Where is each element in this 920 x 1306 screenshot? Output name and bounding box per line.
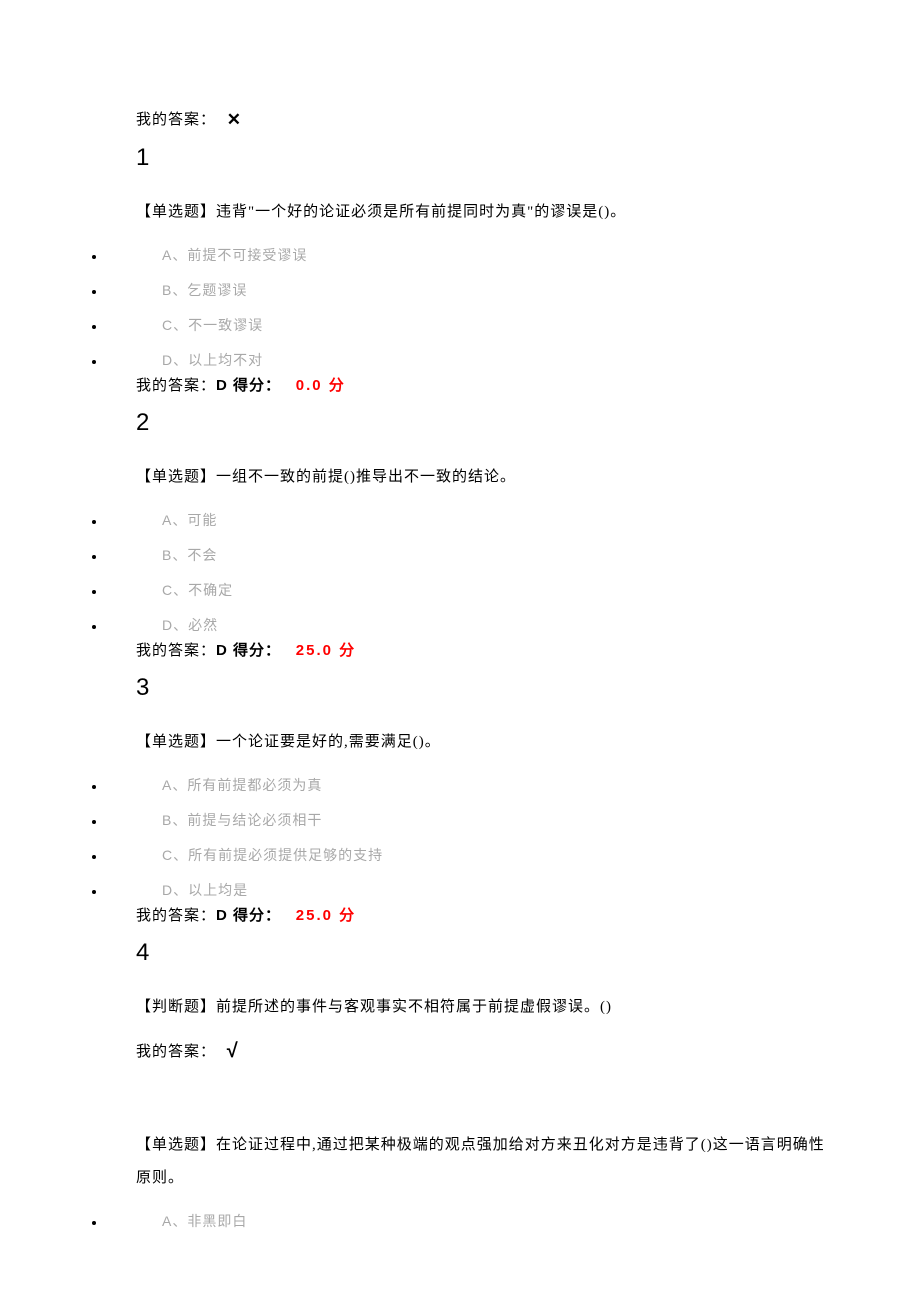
options-list: A、前提不可接受谬误 B、乞题谬误 C、不一致谬误 D、以上均不对 xyxy=(80,245,840,370)
list-item: B、乞题谬误 xyxy=(106,280,840,300)
answer-line: 我的答案：D 得分： 25.0 分 xyxy=(136,639,840,660)
my-answer-label: 我的答案： xyxy=(136,112,216,128)
list-item: C、不一致谬误 xyxy=(106,315,840,335)
question-type-tag: 【单选题】 xyxy=(136,1137,216,1153)
question-block-4: 4 【判断题】前提所述的事件与客观事实不相符属于前提虚假谬误。() 我的答案： … xyxy=(136,939,840,1063)
list-item: B、前提与结论必须相干 xyxy=(106,810,840,830)
score-value: 0.0 分 xyxy=(296,377,346,394)
question-block-1: 1 【单选题】违背"一个好的论证必须是所有前提同时为真"的谬误是()。 xyxy=(136,144,840,229)
list-item: B、不会 xyxy=(106,545,840,565)
answer-line: 我的答案： √ xyxy=(136,1040,840,1063)
my-answer-value: D xyxy=(216,907,228,924)
check-icon: √ xyxy=(227,1040,239,1062)
question-type-tag: 【判断题】 xyxy=(136,999,216,1015)
document-page: 我的答案： ✕ 1 【单选题】违背"一个好的论证必须是所有前提同时为真"的谬误是… xyxy=(0,0,920,1306)
question-block-5: 【单选题】在论证过程中,通过把某种极端的观点强加给对方来丑化对方是违背了()这一… xyxy=(136,1129,840,1195)
list-item: D、以上均是 xyxy=(106,880,840,900)
question-text: 【单选题】一个论证要是好的,需要满足()。 xyxy=(136,726,840,759)
list-item: D、必然 xyxy=(106,615,840,635)
my-answer-value: D xyxy=(216,377,228,394)
question-text: 【判断题】前提所述的事件与客观事实不相符属于前提虚假谬误。() xyxy=(136,991,840,1024)
question-type-tag: 【单选题】 xyxy=(136,469,216,485)
list-item: A、前提不可接受谬误 xyxy=(106,245,840,265)
cross-icon: ✕ xyxy=(227,110,242,129)
question-number: 2 xyxy=(136,409,840,437)
question-block-3: 3 【单选题】一个论证要是好的,需要满足()。 xyxy=(136,674,840,759)
question-type-tag: 【单选题】 xyxy=(136,204,216,220)
list-item: D、以上均不对 xyxy=(106,350,840,370)
list-item: A、所有前提都必须为真 xyxy=(106,775,840,795)
list-item: C、不确定 xyxy=(106,580,840,600)
my-answer-value: D xyxy=(216,642,228,659)
question-number: 1 xyxy=(136,144,840,172)
intro-answer-line: 我的答案： ✕ xyxy=(136,108,840,130)
answer-line: 我的答案：D 得分： 0.0 分 xyxy=(136,374,840,395)
list-item: A、非黑即白 xyxy=(106,1211,840,1231)
question-number: 4 xyxy=(136,939,840,967)
question-text: 【单选题】在论证过程中,通过把某种极端的观点强加给对方来丑化对方是违背了()这一… xyxy=(136,1129,840,1195)
spacer xyxy=(80,1077,840,1123)
question-type-tag: 【单选题】 xyxy=(136,734,216,750)
score-value: 25.0 分 xyxy=(296,907,356,924)
list-item: C、所有前提必须提供足够的支持 xyxy=(106,845,840,865)
options-list: A、所有前提都必须为真 B、前提与结论必须相干 C、所有前提必须提供足够的支持 … xyxy=(80,775,840,900)
question-text: 【单选题】违背"一个好的论证必须是所有前提同时为真"的谬误是()。 xyxy=(136,196,840,229)
options-list: A、可能 B、不会 C、不确定 D、必然 xyxy=(80,510,840,635)
question-number: 3 xyxy=(136,674,840,702)
intro-answer-block: 我的答案： ✕ xyxy=(136,108,840,130)
question-block-2: 2 【单选题】一组不一致的前提()推导出不一致的结论。 xyxy=(136,409,840,494)
answer-line: 我的答案：D 得分： 25.0 分 xyxy=(136,904,840,925)
options-list: A、非黑即白 xyxy=(80,1211,840,1231)
list-item: A、可能 xyxy=(106,510,840,530)
question-text: 【单选题】一组不一致的前提()推导出不一致的结论。 xyxy=(136,461,840,494)
answer-block-1: 我的答案：D 得分： 0.0 分 xyxy=(136,374,840,395)
score-value: 25.0 分 xyxy=(296,642,356,659)
answer-block-2: 我的答案：D 得分： 25.0 分 xyxy=(136,639,840,660)
answer-block-3: 我的答案：D 得分： 25.0 分 xyxy=(136,904,840,925)
